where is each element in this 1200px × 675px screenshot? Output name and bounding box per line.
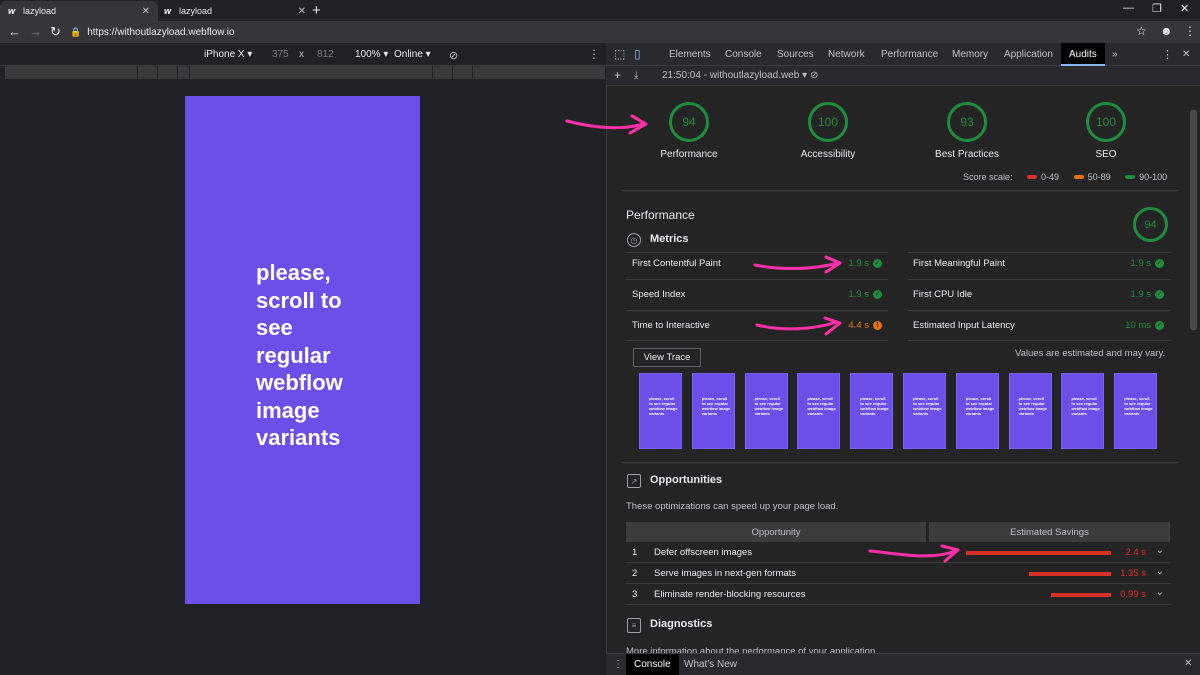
filmstrip-frame-text: please, scroll to see regular webflow im… [965,396,995,416]
annotation-arrow [868,544,960,563]
filmstrip-frame: please, scroll to see regular webflow im… [850,373,894,449]
filmstrip-frame: please, scroll to see regular webflow im… [744,373,788,449]
filmstrip-frame: please, scroll to see regular webflow im… [1008,373,1052,449]
annotation-arrow [753,255,842,274]
filmstrip-frame: please, scroll to see regular webflow im… [903,373,946,449]
filmstrip-frame-text: please, scroll to see regular webflow im… [1071,396,1100,416]
filmstrip-frame: please, scroll to see regular webflow im… [1114,373,1158,449]
filmstrip-frame-text: please, scroll to see regular webflow im… [701,396,731,416]
filmstrip-frame-text: please, scroll to see regular webflow im… [860,396,889,416]
filmstrip-frame: please, scroll to see regular webflow im… [797,373,841,449]
filmstrip-frame-text: please, scroll to see regular webflow im… [807,396,836,416]
filmstrip-frame-text: please, scroll to see regular webflow im… [754,396,784,416]
filmstrip-frame: please, scroll to see regular webflow im… [955,373,999,449]
filmstrip-frame: please, scroll to see regular webflow im… [1061,373,1105,449]
annotation-arrows [565,114,960,563]
filmstrip-frame-text: please, scroll to see regular webflow im… [913,396,942,416]
filmstrip-frame-text: please, scroll to see regular webflow im… [649,396,678,416]
annotation-arrow [565,114,648,135]
filmstrip-frame-text: please, scroll to see regular webflow im… [1124,396,1153,416]
filmstrip-frame-text: please, scroll to see regular webflow im… [1018,396,1048,416]
annotation-arrow [755,316,842,336]
filmstrip-frame: please, scroll to see regular webflow im… [639,373,682,449]
filmstrip-frame: please, scroll to see regular webflow im… [691,373,735,449]
